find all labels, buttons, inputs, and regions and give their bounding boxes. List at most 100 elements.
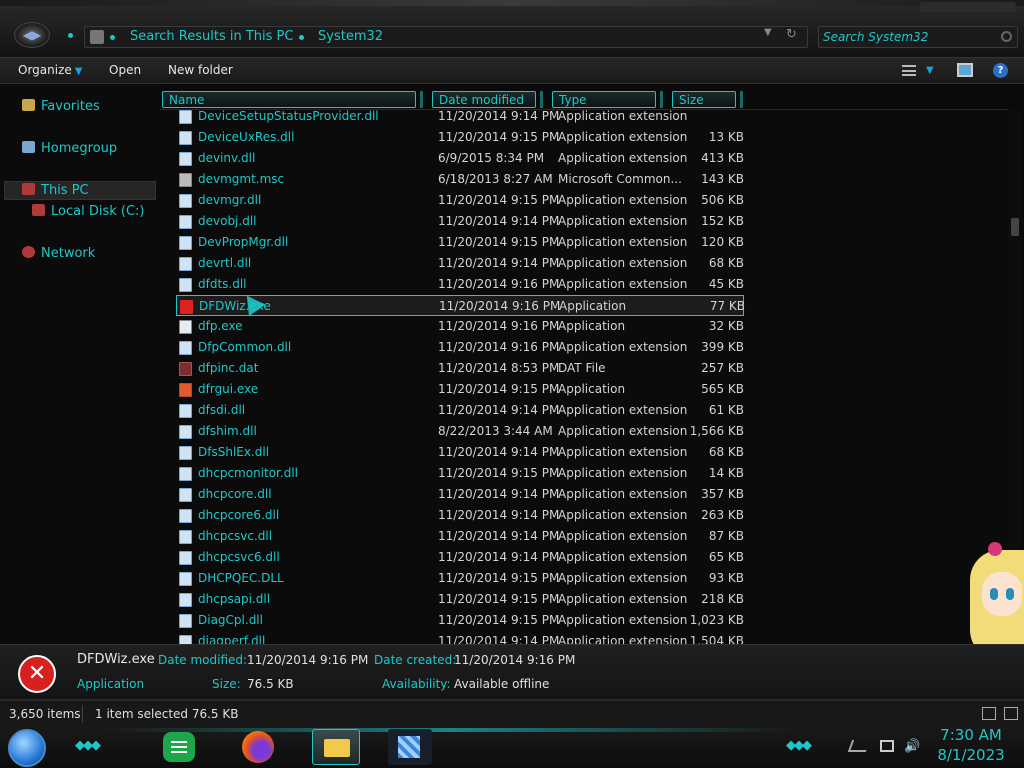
- details-view-icon[interactable]: [982, 707, 996, 720]
- clock-time[interactable]: 7:30 AM: [936, 726, 1006, 744]
- column-type[interactable]: Type: [552, 91, 656, 108]
- file-row[interactable]: dfsdi.dll 11/20/2014 9:14 PM Application e…: [176, 400, 744, 421]
- breadcrumb-search-results[interactable]: Search Results in This PC: [130, 29, 293, 44]
- new-folder-button[interactable]: New folder: [168, 63, 233, 77]
- file-date-modified: 11/20/2014 9:16 PM: [438, 340, 560, 354]
- column-date-modified[interactable]: Date modified: [432, 91, 536, 108]
- file-date-modified: 11/20/2014 9:14 PM: [438, 403, 560, 417]
- file-name: DeviceSetupStatusProvider.dll: [198, 109, 379, 123]
- search-icon[interactable]: [1001, 31, 1012, 42]
- details-pane: ✕ DFDWiz.exe Application Date modified: …: [0, 644, 1024, 700]
- file-row[interactable]: DeviceUxRes.dll 11/20/2014 9:15 PM Applica…: [176, 127, 744, 148]
- back-forward-button[interactable]: ◀▶: [14, 22, 50, 48]
- network-tray-icon[interactable]: [880, 740, 894, 752]
- details-date-created: 11/20/2014 9:16 PM: [454, 653, 576, 667]
- taskbar-app-registry-editor-icon[interactable]: [388, 729, 432, 765]
- file-row[interactable]: DfsShlEx.dll 11/20/2014 9:14 PM Applicatio…: [176, 442, 744, 463]
- chevron-down-icon[interactable]: ▼: [764, 27, 772, 38]
- file-size: 1,504 KB: [689, 634, 744, 644]
- file-date-modified: 6/9/2015 8:34 PM: [438, 151, 545, 165]
- nav-item-homegroup[interactable]: Homegroup: [22, 141, 117, 156]
- file-date-modified: 11/20/2014 9:15 PM: [438, 613, 560, 627]
- file-row[interactable]: diagperf.dll 11/20/2014 9:14 PM Applicatio…: [176, 631, 744, 644]
- file-row[interactable]: dhcpcsvc.dll 11/20/2014 9:14 PM Applicatio…: [176, 526, 744, 547]
- file-row[interactable]: dhcpcsvc6.dll 11/20/2014 9:14 PM Applicati…: [176, 547, 744, 568]
- column-resize-handle[interactable]: [740, 91, 743, 108]
- file-row[interactable]: DiagCpl.dll 11/20/2014 9:15 PM Application…: [176, 610, 744, 631]
- nav-item-favorites[interactable]: Favorites: [22, 99, 100, 114]
- breadcrumb-separator-icon[interactable]: [110, 35, 115, 40]
- preview-pane-icon[interactable]: [957, 63, 973, 77]
- file-row[interactable]: dfshim.dll 8/22/2013 3:44 AM Application e…: [176, 421, 744, 442]
- details-file-name: DFDWiz.exe: [77, 652, 155, 667]
- file-row[interactable]: devrtl.dll 11/20/2014 9:14 PM Application …: [176, 253, 744, 274]
- recent-locations-dot[interactable]: [68, 33, 73, 38]
- search-input[interactable]: [823, 29, 993, 45]
- taskbar-app-file-explorer-icon[interactable]: [312, 729, 360, 765]
- scrollbar-thumb[interactable]: [1011, 218, 1019, 236]
- column-size[interactable]: Size: [672, 91, 736, 108]
- large-icons-view-icon[interactable]: [1004, 707, 1018, 720]
- help-icon[interactable]: ?: [993, 63, 1008, 78]
- nav-item-local-disk[interactable]: Local Disk (C:): [32, 204, 144, 219]
- taskbar-app-notes-icon[interactable]: [163, 732, 195, 762]
- column-resize-handle[interactable]: [420, 91, 423, 108]
- file-size: 357 KB: [701, 487, 744, 501]
- open-button[interactable]: Open: [109, 63, 141, 77]
- file-row[interactable]: devobj.dll 11/20/2014 9:14 PM Application …: [176, 211, 744, 232]
- breadcrumb-separator-icon[interactable]: [299, 35, 304, 40]
- nav-item-network[interactable]: Network: [22, 246, 95, 261]
- status-item-count: 3,650 items: [9, 707, 81, 721]
- file-size: 13 KB: [708, 130, 744, 144]
- nav-item-label: Favorites: [41, 99, 100, 114]
- search-box[interactable]: [818, 26, 1018, 48]
- start-button[interactable]: [8, 729, 46, 767]
- file-type: Application extension: [558, 592, 688, 606]
- file-row[interactable]: dhcpcmonitor.dll 11/20/2014 9:15 PM Applic…: [176, 463, 744, 484]
- details-date-modified: 11/20/2014 9:16 PM: [247, 653, 369, 667]
- file-row[interactable]: DevPropMgr.dll 11/20/2014 9:15 PM Applicat…: [176, 232, 744, 253]
- column-resize-handle[interactable]: [540, 91, 543, 108]
- taskbar-app-firefox-icon[interactable]: [242, 731, 274, 763]
- file-row[interactable]: devinv.dll 6/9/2015 8:34 PM Application ex…: [176, 148, 744, 169]
- address-bar[interactable]: Search Results in This PC System32: [84, 26, 808, 48]
- file-row[interactable]: dfrgui.exe 11/20/2014 9:15 PM Application 5…: [176, 379, 744, 400]
- file-name: devinv.dll: [198, 151, 256, 165]
- breadcrumb-system32[interactable]: System32: [318, 29, 383, 44]
- file-date-modified: 11/20/2014 9:14 PM: [438, 214, 560, 228]
- column-resize-handle[interactable]: [660, 91, 663, 108]
- action-center-flag-icon[interactable]: [847, 740, 871, 752]
- hard-drive-icon: [32, 204, 45, 216]
- file-row[interactable]: DfpCommon.dll 11/20/2014 9:16 PM Applicati…: [176, 337, 744, 358]
- volume-icon[interactable]: 🔊: [904, 739, 920, 754]
- file-size: 1,566 KB: [689, 424, 744, 438]
- file-date-modified: 11/20/2014 9:16 PM: [438, 319, 560, 333]
- file-row[interactable]: devmgmt.msc 6/18/2013 8:27 AM Microsoft Co…: [176, 169, 744, 190]
- file-date-modified: 11/20/2014 9:14 PM: [438, 487, 560, 501]
- file-name: dhcpsapi.dll: [198, 592, 271, 606]
- file-row[interactable]: dhcpsapi.dll 11/20/2014 9:15 PM Applicatio…: [176, 589, 744, 610]
- organize-button[interactable]: Organize ▼: [18, 63, 82, 77]
- clock-date[interactable]: 8/1/2023: [936, 746, 1006, 764]
- file-date-modified: 11/20/2014 9:14 PM: [438, 445, 560, 459]
- nav-item-this-pc[interactable]: This PC: [22, 183, 89, 198]
- file-row[interactable]: dfp.exe 11/20/2014 9:16 PM Application 32 K…: [176, 316, 744, 337]
- file-row[interactable]: dfdts.dll 11/20/2014 9:16 PM Application e…: [176, 274, 744, 295]
- file-row[interactable]: devmgr.dll 11/20/2014 9:15 PM Application …: [176, 190, 744, 211]
- chevron-down-icon[interactable]: ▼: [926, 65, 934, 76]
- file-row[interactable]: dhcpcore6.dll 11/20/2014 9:14 PM Applicati…: [176, 505, 744, 526]
- file-date-modified: 11/20/2014 9:14 PM: [438, 634, 560, 644]
- change-view-icon[interactable]: [902, 65, 916, 76]
- column-name[interactable]: Name: [162, 91, 416, 108]
- refresh-icon[interactable]: ↻: [786, 27, 797, 42]
- status-divider: [82, 705, 83, 723]
- file-row[interactable]: DHCPQEC.DLL 11/20/2014 9:15 PM Application…: [176, 568, 744, 589]
- file-gui-icon: [179, 383, 192, 397]
- file-row[interactable]: dfpinc.dat 11/20/2014 8:53 PM DAT File 257 …: [176, 358, 744, 379]
- file-name: dfshim.dll: [198, 424, 257, 438]
- file-size: 1,023 KB: [689, 613, 744, 627]
- file-row[interactable]: dhcpcore.dll 11/20/2014 9:14 PM Applicatio…: [176, 484, 744, 505]
- window-controls[interactable]: [920, 2, 1016, 12]
- details-date-created-label: Date created:: [374, 653, 457, 667]
- file-type: Application extension: [558, 508, 688, 522]
